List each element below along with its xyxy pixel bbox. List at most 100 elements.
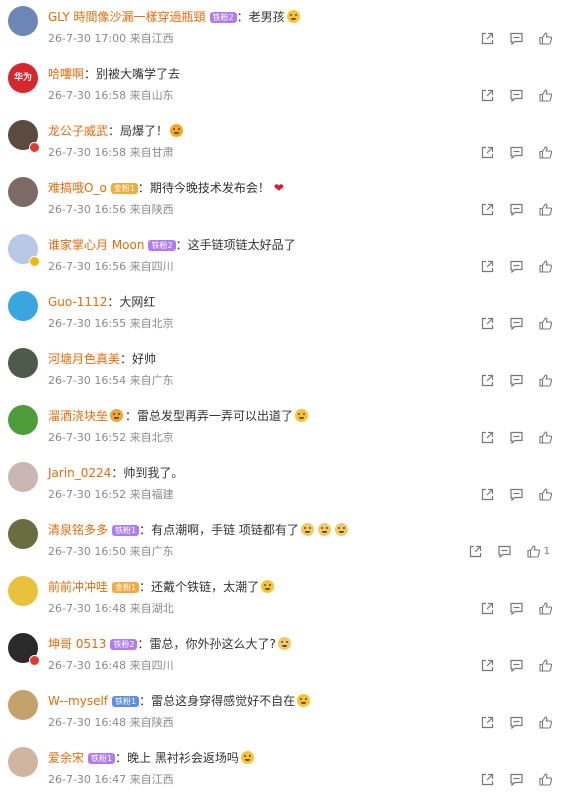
comment-content: 前前冲冲哇 金粉1 ：还戴个铁链，太潮了 — [48, 579, 275, 595]
username[interactable]: 清泉铭多多 — [48, 523, 108, 537]
username[interactable]: 爱余宋 — [48, 751, 84, 765]
share-icon[interactable] — [481, 716, 494, 729]
comment-meta: 26-7-30 16:55 来自北京 — [48, 317, 174, 331]
username[interactable]: 坤哥 0513 — [48, 637, 106, 651]
comment-icon[interactable] — [510, 659, 523, 672]
comment-icon[interactable] — [510, 260, 523, 273]
username[interactable]: 难搞哦O_o — [48, 181, 107, 195]
like-icon[interactable] — [539, 202, 552, 216]
avatar[interactable] — [8, 462, 38, 492]
comment-icon[interactable] — [510, 89, 523, 102]
avatar[interactable] — [8, 747, 38, 777]
share-icon[interactable] — [481, 602, 494, 615]
comment-text: ：帅到我了。 — [111, 466, 184, 480]
comment-icon[interactable] — [510, 431, 523, 444]
comment-icon[interactable] — [510, 374, 523, 387]
like-icon[interactable] — [539, 772, 552, 786]
username[interactable]: 哈嘍啊 — [48, 67, 84, 81]
comment-icon[interactable] — [510, 716, 523, 729]
comment-actions — [465, 373, 552, 387]
avatar[interactable] — [8, 177, 38, 207]
share-icon[interactable] — [469, 545, 482, 558]
like-icon[interactable] — [539, 88, 552, 102]
comment-icon[interactable] — [510, 32, 523, 45]
username[interactable]: 溜酒浇块垒 — [48, 409, 108, 423]
comment-icon[interactable] — [510, 773, 523, 786]
like-icon[interactable] — [539, 316, 552, 330]
comment-content: GLY 時間像沙漏一樣穿過瓶頸 铁粉2 ：老男孩 — [48, 9, 300, 25]
like-icon[interactable] — [527, 544, 540, 558]
comment-icon[interactable] — [510, 488, 523, 501]
comment-text: ：雷总，你外孙这么大了? — [137, 637, 276, 651]
avatar[interactable] — [8, 291, 38, 321]
comment-icon[interactable] — [510, 146, 523, 159]
comment-content: 河塘月色真美：好帅 — [48, 351, 156, 367]
avatar[interactable] — [8, 519, 38, 549]
comment-time: 26-7-30 16:58 — [48, 89, 127, 102]
share-icon[interactable] — [481, 89, 494, 102]
fan-badge[interactable]: 金粉1 — [110, 183, 138, 194]
comment-content: 龙公子威武：局爆了！ — [48, 123, 184, 139]
like-icon[interactable] — [539, 31, 552, 45]
comment-location: 来自江西 — [129, 773, 174, 786]
like-icon[interactable] — [539, 145, 552, 159]
share-icon[interactable] — [481, 488, 494, 501]
fan-badge[interactable]: 铁粉1 — [88, 753, 116, 764]
comment-icon[interactable] — [510, 203, 523, 216]
comment-actions — [465, 430, 552, 444]
fan-badge[interactable]: 铁粉2 — [209, 12, 237, 23]
comment-text: ：雷总发型再弄一弄可以出道了 — [125, 409, 294, 423]
avatar[interactable] — [8, 348, 38, 378]
share-icon[interactable] — [481, 317, 494, 330]
share-icon[interactable] — [481, 374, 494, 387]
comment-icon[interactable] — [510, 317, 523, 330]
fan-badge[interactable]: 铁粉1 — [112, 696, 140, 707]
comment-meta: 26-7-30 16:52 来自福建 — [48, 488, 174, 502]
avatar[interactable] — [8, 6, 38, 36]
username[interactable]: W--myself — [48, 694, 108, 708]
like-icon[interactable] — [539, 658, 552, 672]
fan-badge[interactable]: 铁粉2 — [148, 240, 176, 251]
comment-item: 难搞哦O_o 金粉1 ：期待今晚技术发布会！ ❤ 26-7-30 16:56 来自陕西 — [0, 171, 564, 228]
like-icon[interactable] — [539, 487, 552, 501]
username[interactable]: 谁家掌心月 Moon — [48, 238, 144, 252]
share-icon[interactable] — [481, 773, 494, 786]
comment-meta: 26-7-30 17:00 来自江西 — [48, 32, 174, 46]
like-count: 1 — [543, 545, 550, 557]
avatar[interactable] — [8, 405, 38, 435]
fan-badge[interactable]: 铁粉1 — [112, 525, 140, 536]
like-icon[interactable] — [539, 601, 552, 615]
fan-badge[interactable]: 铁粉2 — [110, 639, 138, 650]
share-icon[interactable] — [481, 260, 494, 273]
comment-icon[interactable] — [510, 602, 523, 615]
comment-location: 来自湖北 — [129, 602, 174, 615]
username[interactable]: 龙公子威武 — [48, 124, 108, 138]
username[interactable]: Jarin_0224 — [48, 466, 111, 480]
avatar[interactable]: 华为 — [8, 63, 38, 93]
share-icon[interactable] — [481, 431, 494, 444]
laugh-emoji-icon — [286, 10, 300, 23]
username[interactable]: Guo-1112 — [48, 295, 107, 309]
username[interactable]: 前前冲冲哇 — [48, 580, 108, 594]
comment-item: 爱余宋 铁粉1 ：晚上 黑衬衫会返场吗 26-7-30 16:47 来自江西 — [0, 741, 564, 798]
avatar[interactable] — [8, 690, 38, 720]
comment-item: 河塘月色真美：好帅 26-7-30 16:54 来自广东 — [0, 342, 564, 399]
avatar[interactable] — [8, 576, 38, 606]
dog-emoji-icon — [277, 637, 291, 650]
username[interactable]: GLY 時間像沙漏一樣穿過瓶頸 — [48, 10, 206, 24]
comment-icon[interactable] — [498, 545, 511, 558]
fan-badge[interactable]: 金粉1 — [112, 582, 140, 593]
share-icon[interactable] — [481, 32, 494, 45]
comment-location: 来自北京 — [129, 317, 174, 330]
like-icon[interactable] — [539, 430, 552, 444]
comment-actions — [465, 316, 552, 330]
comment-meta: 26-7-30 16:48 来自四川 — [48, 659, 174, 673]
share-icon[interactable] — [481, 203, 494, 216]
username[interactable]: 河塘月色真美 — [48, 352, 120, 366]
like-icon[interactable] — [539, 715, 552, 729]
share-icon[interactable] — [481, 659, 494, 672]
like-icon[interactable] — [539, 259, 552, 273]
share-icon[interactable] — [481, 146, 494, 159]
comment-text: ：这手链项链太好品了 — [175, 238, 296, 252]
like-icon[interactable] — [539, 373, 552, 387]
